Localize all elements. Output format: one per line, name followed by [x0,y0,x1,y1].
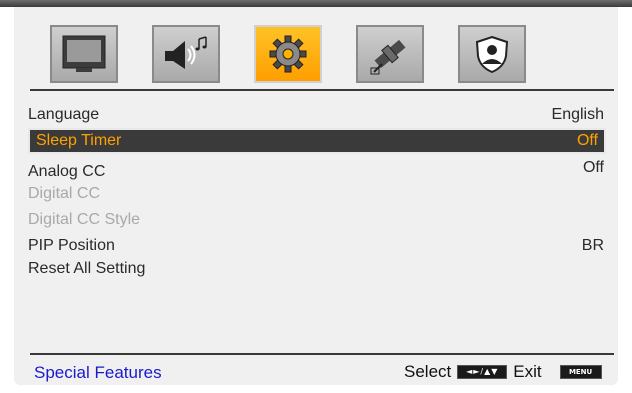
menu-item-language[interactable]: Language English [28,103,606,127]
menu-item-pip-position[interactable]: PIP Position BR [28,234,606,258]
navigation-hint: Select ◄►/▲▼ Exit MENU [404,362,602,382]
menu-item-label: Reset All Setting [28,260,146,277]
menu-item-analog-cc[interactable]: Analog CC Off [28,156,606,180]
menu-item-label: Digital CC Style [28,211,141,228]
menu-page-title: Special Features [34,363,162,382]
tab-sound[interactable] [152,25,220,83]
menu-item-label: Language [28,106,100,123]
menu-item-value: Off [576,132,598,149]
exit-label: Exit [513,362,542,381]
tab-lock[interactable] [458,25,526,83]
select-label: Select [404,362,452,381]
arrow-keys-icon: ◄►/▲▼ [457,365,508,379]
top-bezel [0,0,632,7]
menu-item-value: English [551,106,604,123]
menu-item-reset-all-setting[interactable]: Reset All Setting [28,257,606,281]
tab-divider [30,89,614,91]
satellite-icon [368,32,412,76]
menu-item-value: Off [582,159,604,176]
speaker-music-icon [163,35,209,73]
menu-item-sleep-timer[interactable]: Sleep Timer Off [28,128,606,154]
menu-item-label: Digital CC [28,185,101,202]
tv-icon [62,35,106,73]
tab-channel[interactable] [356,25,424,83]
menu-item-label: PIP Position [28,237,115,254]
menu-item-digital-cc-style: Digital CC Style [28,208,606,232]
tab-picture[interactable] [50,25,118,83]
menu-item-digital-cc: Digital CC [28,182,606,206]
lock-shield-icon [473,34,511,74]
footer-divider [30,353,614,355]
menu-item-label: Sleep Timer [36,132,122,149]
gear-icon [268,34,308,74]
menu-item-value: BR [581,237,604,254]
menu-item-label: Analog CC [28,163,106,180]
menu-key-icon: MENU [559,365,602,379]
tab-features[interactable] [254,25,322,83]
